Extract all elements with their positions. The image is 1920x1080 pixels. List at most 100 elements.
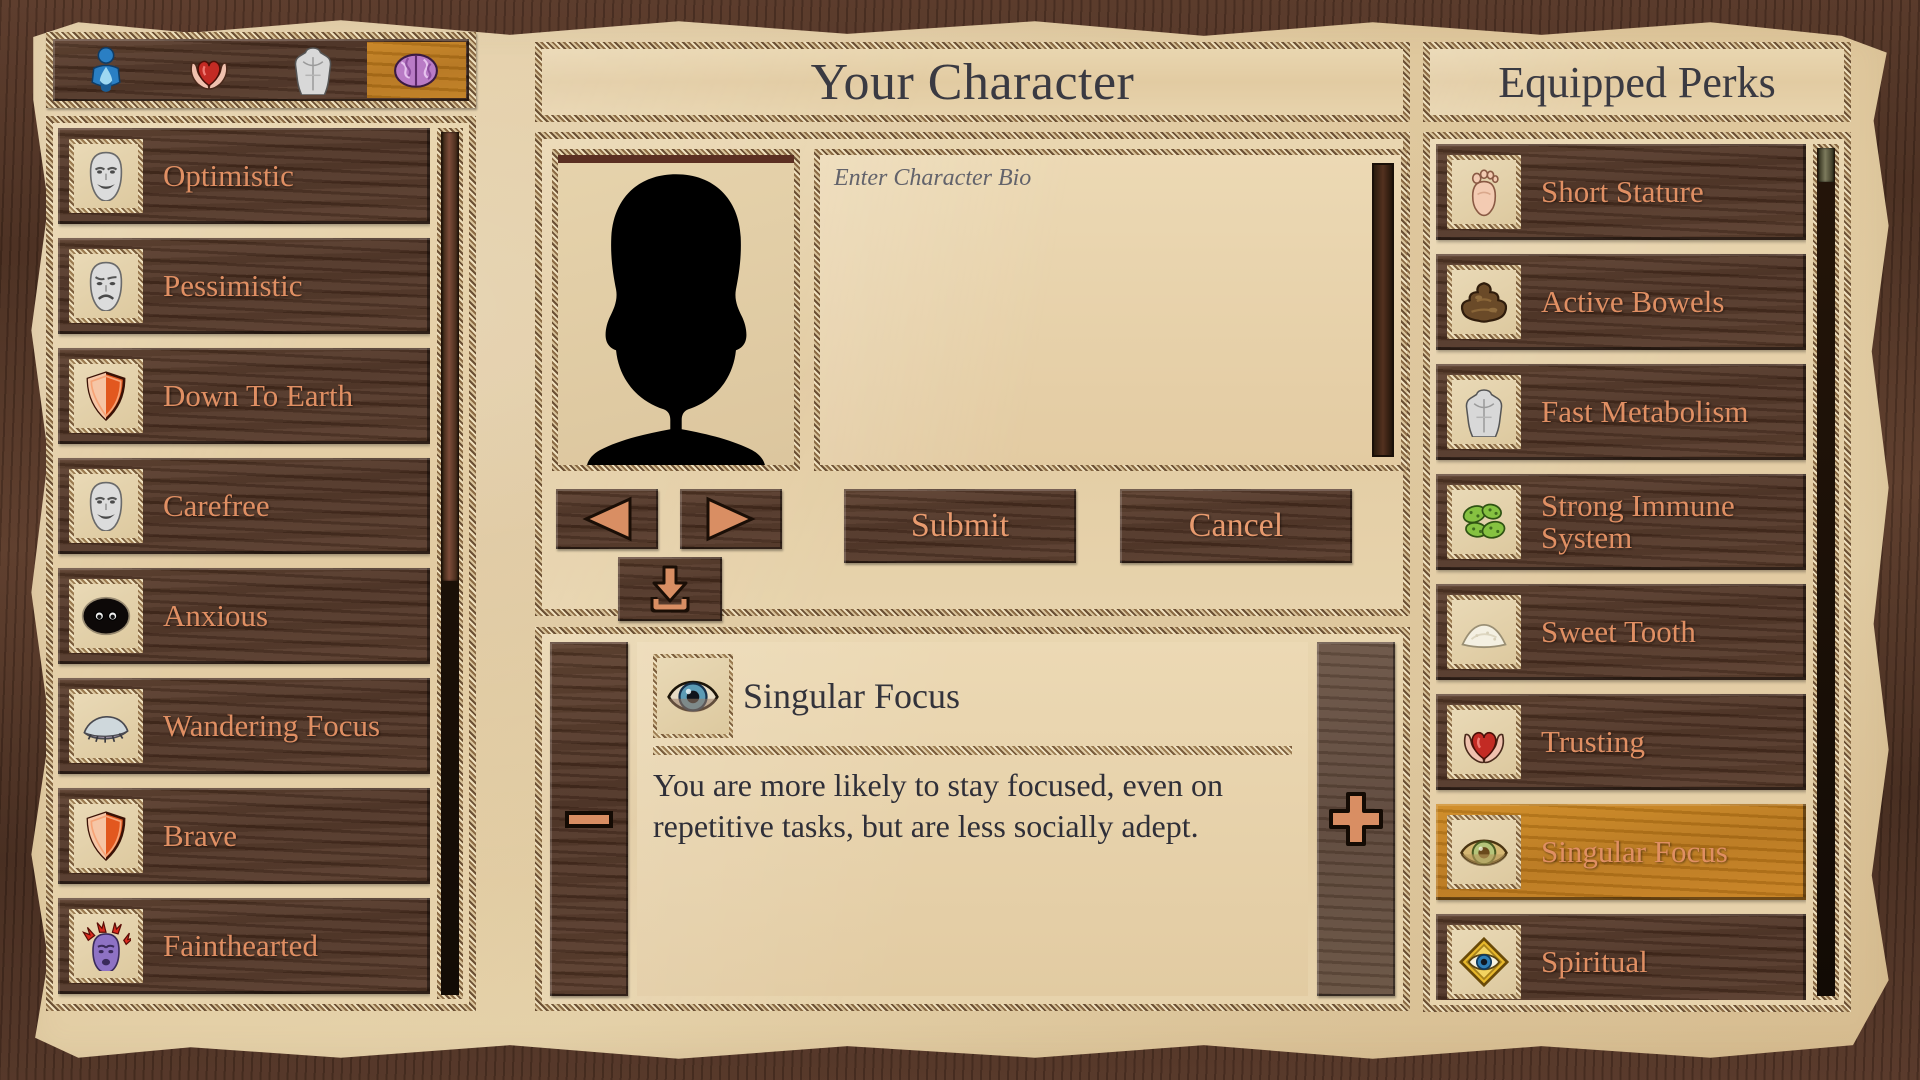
available-traits-scrollbar[interactable] (437, 128, 463, 999)
green-germs-icon (1462, 503, 1506, 539)
add-perk-button[interactable] (1317, 642, 1395, 996)
item-icon-frame (1447, 815, 1521, 889)
previous-portrait-button[interactable] (556, 489, 658, 549)
item-icon-frame (1447, 485, 1521, 559)
scrollbar-thumb[interactable] (1818, 148, 1834, 182)
character-portrait (552, 149, 800, 471)
item-icon-frame (69, 139, 143, 213)
bio-scrollbar[interactable] (1372, 163, 1394, 457)
item-icon-frame (69, 909, 143, 983)
item-label: Down To Earth (163, 377, 354, 413)
hands-heart-icon (1463, 731, 1505, 764)
equipped-perks-scrollbar[interactable] (1813, 144, 1839, 1000)
item-icon-frame (1447, 155, 1521, 229)
available-traits-list[interactable]: Optimistic Pessimistic Down To Earth Carefr… (58, 128, 430, 999)
save-portrait-button[interactable] (618, 557, 722, 621)
trait-detail-header: Singular Focus (653, 654, 1292, 738)
page-title-bar: Your Character (535, 42, 1410, 122)
perk-list-item[interactable]: Singular Focus (1436, 804, 1806, 900)
closed-eye-icon (83, 716, 129, 743)
item-label: Sweet Tooth (1541, 613, 1696, 649)
character-editor-panel: Enter Character Bio Submit Cancel (535, 132, 1410, 621)
item-label: Carefree (163, 487, 270, 523)
trait-detail-description: You are more likely to stay focused, eve… (653, 767, 1223, 844)
blue-figure-droplet-icon (91, 47, 121, 92)
item-label: Optimistic (163, 157, 294, 193)
item-label: Strong Immune System (1541, 487, 1735, 555)
smiling-mask-icon (89, 151, 123, 201)
tab-mind[interactable] (366, 42, 466, 98)
trait-list-item[interactable]: Anxious (58, 568, 430, 664)
poop-icon (1460, 282, 1508, 323)
item-icon-frame (1447, 705, 1521, 779)
minus-icon (565, 811, 613, 828)
hands-heart-icon (190, 60, 228, 90)
item-label: Singular Focus (1541, 833, 1728, 869)
shield-icon (86, 371, 126, 421)
equipped-perks-panel: Short Stature Active Bowels Fast Metabolis… (1423, 132, 1851, 1012)
right-arrow-icon (706, 496, 756, 542)
foot-icon (1471, 169, 1499, 217)
item-icon-frame (69, 359, 143, 433)
perk-list-item[interactable]: Spiritual (1436, 914, 1806, 1000)
scrollbar-thumb[interactable] (442, 132, 458, 581)
trait-list-item[interactable]: Brave (58, 788, 430, 884)
gold-eye-icon (1460, 839, 1508, 867)
trait-list-item[interactable]: Wandering Focus (58, 678, 430, 774)
item-label: Brave (163, 817, 238, 853)
item-label: Wandering Focus (163, 707, 381, 743)
all-seeing-eye-icon (1459, 937, 1509, 987)
brain-icon (394, 53, 439, 88)
item-label: Fainthearted (163, 927, 318, 963)
cancel-button[interactable]: Cancel (1120, 489, 1352, 563)
item-icon-frame (1447, 265, 1521, 339)
trait-list-item[interactable]: Carefree (58, 458, 430, 554)
shocked-purple-mask-icon (82, 921, 131, 971)
submit-label: Submit (910, 507, 1010, 544)
trait-list-item[interactable]: Down To Earth (58, 348, 430, 444)
item-icon-frame (1447, 375, 1521, 449)
trait-detail-divider (653, 746, 1292, 755)
category-tab-bar (46, 32, 476, 108)
perk-list-item[interactable]: Trusting (1436, 694, 1806, 790)
perk-list-item[interactable]: Active Bowels (1436, 254, 1806, 350)
tab-body[interactable] (263, 42, 363, 98)
trait-detail-icon-frame (653, 654, 733, 738)
sad-mask-icon (89, 261, 123, 311)
perk-list-item[interactable]: Fast Metabolism (1436, 364, 1806, 460)
trait-list-item[interactable]: Pessimistic (58, 238, 430, 334)
sugar-pile-icon (1461, 623, 1507, 649)
blue-figure-droplet-icon (83, 45, 129, 95)
perk-list-item[interactable]: Strong Immune System (1436, 474, 1806, 570)
remove-perk-button[interactable] (550, 642, 628, 996)
plus-icon (1329, 792, 1383, 846)
equipped-perks-title-bar: Equipped Perks (1423, 42, 1851, 122)
blue-eye-icon (667, 680, 719, 713)
item-icon-frame (1447, 925, 1521, 999)
item-label: Anxious (163, 597, 269, 633)
portrait-top-band (558, 155, 794, 163)
equipped-perks-title: Equipped Perks (1498, 57, 1776, 107)
item-icon-frame (69, 249, 143, 323)
dark-blob-eyes-icon (81, 596, 131, 636)
submit-button[interactable]: Submit (844, 489, 1076, 563)
trait-list-item[interactable]: Fainthearted (58, 898, 430, 994)
next-portrait-button[interactable] (680, 489, 782, 549)
character-bio-input[interactable]: Enter Character Bio (814, 149, 1407, 471)
character-creation-screen: Optimistic Pessimistic Down To Earth Carefr… (0, 0, 1920, 1080)
trait-list-item[interactable]: Optimistic (58, 128, 430, 224)
shield-icon (86, 811, 126, 861)
item-label: Short Stature (1541, 173, 1704, 209)
tab-social[interactable] (160, 42, 260, 98)
page-title: Your Character (810, 53, 1135, 111)
item-icon-frame (69, 689, 143, 763)
brain-icon (393, 45, 439, 95)
torso-icon (294, 47, 332, 96)
equipped-perks-list[interactable]: Short Stature Active Bowels Fast Metabolis… (1436, 144, 1806, 1000)
torso-icon (1465, 389, 1503, 437)
tab-hydration[interactable] (56, 42, 156, 98)
perk-list-item[interactable]: Short Stature (1436, 144, 1806, 240)
item-label: Active Bowels (1541, 283, 1725, 319)
item-label: Spiritual (1541, 943, 1648, 979)
perk-list-item[interactable]: Sweet Tooth (1436, 584, 1806, 680)
